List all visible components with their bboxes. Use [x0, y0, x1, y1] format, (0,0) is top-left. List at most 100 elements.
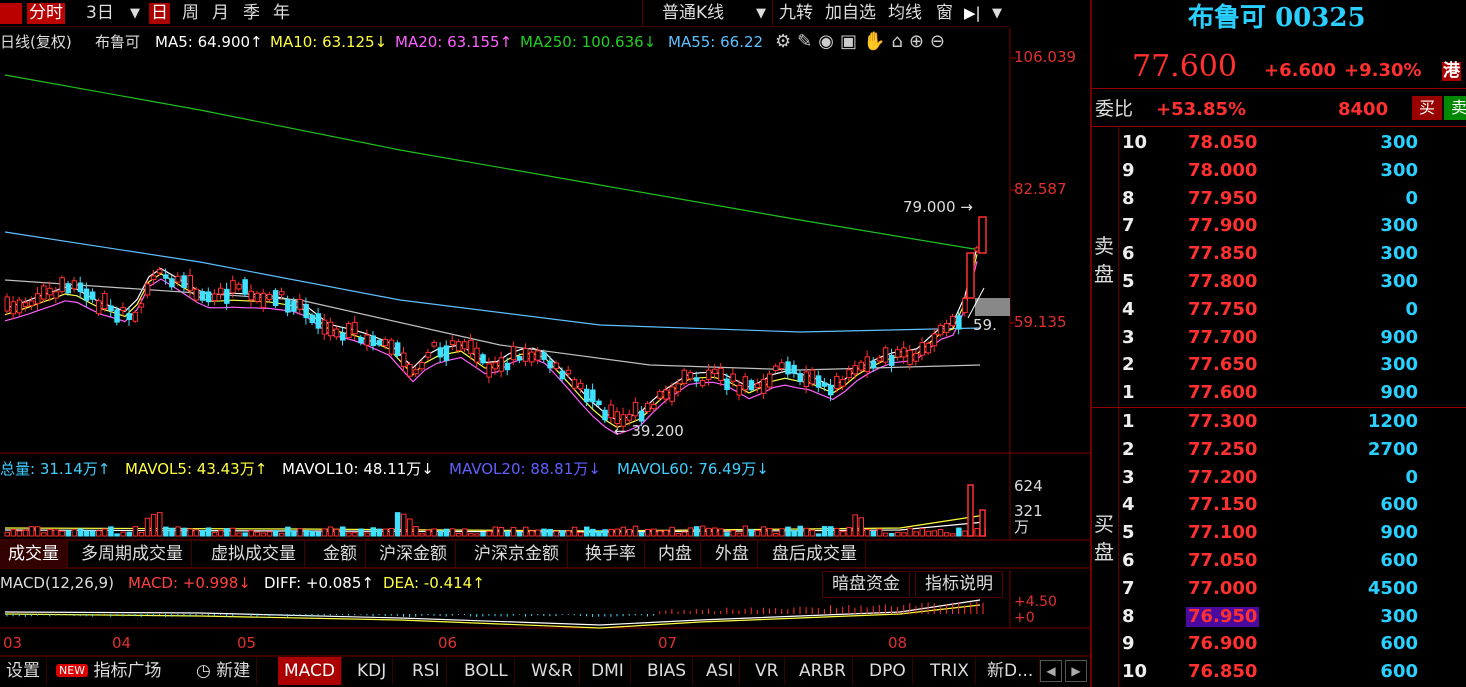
tab-macd[interactable]: MACD	[278, 657, 342, 685]
volume-bar	[364, 532, 370, 537]
candle-body	[541, 352, 547, 360]
volume-bar	[760, 526, 767, 537]
tab-boll[interactable]: BOLL	[458, 657, 515, 685]
tab-more[interactable]: 新D...	[981, 657, 1041, 685]
bid-level-row[interactable]: 7 77.000 4500	[1092, 575, 1466, 603]
ask-level-row[interactable]: 3 77.700 900	[1092, 324, 1466, 352]
candle-body	[590, 389, 596, 403]
tab-bias[interactable]: BIAS	[641, 657, 694, 685]
tab-vr[interactable]: VR	[749, 657, 786, 685]
volume-bar	[163, 526, 169, 537]
candle-body	[443, 345, 450, 361]
volume-bar	[407, 518, 413, 537]
settings-button[interactable]: 设置	[0, 657, 47, 685]
candle-body	[150, 275, 157, 280]
candle-body	[584, 388, 590, 403]
volume-bar	[510, 526, 517, 537]
candle-body	[712, 368, 718, 375]
volume-bar	[712, 527, 718, 537]
tab-hs-amount[interactable]: 沪深金额	[371, 541, 456, 568]
candle-body	[65, 283, 71, 294]
tab-volume[interactable]: 成交量	[0, 541, 68, 568]
level-price: 77.700	[1188, 326, 1258, 348]
tab-asi[interactable]: ASI	[700, 657, 741, 685]
ask-level-row[interactable]: 10 78.050 300	[1092, 129, 1466, 157]
scroll-right-icon[interactable]: ▶	[1065, 660, 1087, 682]
volume-bar	[437, 530, 444, 537]
bid-level-row[interactable]: 10 76.850 600	[1092, 658, 1466, 686]
ask-level-row[interactable]: 7 77.900 300	[1092, 212, 1466, 240]
tab-after-hours-volume[interactable]: 盘后成交量	[764, 541, 866, 568]
candle-body	[730, 373, 736, 382]
scroll-left-icon[interactable]: ◀	[1040, 660, 1062, 682]
tab-outer[interactable]: 外盘	[707, 541, 758, 568]
volume-bar	[114, 533, 120, 537]
indicator-square-button[interactable]: NEW 指标广场	[50, 657, 167, 685]
tab-rsi[interactable]: RSI	[406, 657, 447, 685]
candle-body	[852, 365, 858, 375]
tab-arbr[interactable]: ARBR	[793, 657, 853, 685]
percent-change: +9.30%	[1344, 60, 1422, 81]
volume-bar	[547, 528, 553, 537]
volume-bar	[10, 529, 17, 537]
candle-body	[285, 299, 291, 313]
ask-level-row[interactable]: 1 77.600 900	[1092, 379, 1466, 407]
volume-bar	[108, 526, 114, 537]
candle-body	[608, 404, 614, 419]
volume-bar	[157, 512, 163, 537]
volume-bar	[181, 527, 187, 537]
bid-level-row[interactable]: 6 77.050 600	[1092, 547, 1466, 575]
bid-level-row[interactable]: 1 77.300 1200	[1092, 408, 1466, 436]
bid-level-row[interactable]: 2 77.250 2700	[1092, 436, 1466, 464]
volume-bar	[401, 513, 407, 537]
candle-body	[846, 369, 852, 379]
candle-body	[394, 342, 401, 356]
level-volume: 600	[1380, 494, 1418, 516]
level-volume: 300	[1380, 243, 1418, 265]
ask-level-row[interactable]: 9 78.000 300	[1092, 157, 1466, 185]
tab-wr[interactable]: W&R	[525, 657, 580, 685]
tab-kdj[interactable]: KDJ	[351, 657, 394, 685]
tab-inner[interactable]: 内盘	[650, 541, 701, 568]
ask-level-row[interactable]: 5 77.800 300	[1092, 268, 1466, 296]
volume-bar	[211, 531, 218, 537]
tab-amount[interactable]: 金额	[315, 541, 366, 568]
tab-trix[interactable]: TRIX	[924, 657, 976, 685]
mavol60-value: MAVOL60: 76.49万↓	[617, 460, 769, 478]
volume-bar	[925, 530, 932, 537]
candle-body	[809, 369, 816, 385]
volume-bar	[919, 528, 925, 537]
ask-level-row[interactable]: 2 77.650 300	[1092, 351, 1466, 379]
tab-dpo[interactable]: DPO	[863, 657, 913, 685]
bid-level-row[interactable]: 4 77.150 600	[1092, 491, 1466, 519]
dark-pool-button[interactable]: 暗盘资金	[822, 571, 910, 598]
tab-multi-period-volume[interactable]: 多周期成交量	[73, 541, 192, 568]
bid-level-row[interactable]: 3 77.200 0	[1092, 464, 1466, 492]
sell-button[interactable]: 卖	[1444, 96, 1466, 120]
level-number: 4	[1122, 494, 1135, 516]
create-indicator-button[interactable]: ◷ 新建	[190, 657, 258, 685]
ask-level-row[interactable]: 4 77.750 0	[1092, 296, 1466, 324]
bid-level-row[interactable]: 8 76.950 300	[1092, 603, 1466, 631]
level-volume: 900	[1380, 326, 1418, 348]
indicator-help-button[interactable]: 指标说明	[915, 571, 1003, 598]
tab-turnover[interactable]: 换手率	[577, 541, 645, 568]
price-axis-label: 106.039	[1014, 48, 1077, 66]
volume-bar	[340, 526, 346, 537]
buy-button[interactable]: 买	[1412, 96, 1442, 120]
candle-body	[236, 283, 242, 290]
tab-dmi[interactable]: DMI	[585, 657, 631, 685]
level-volume: 0	[1405, 298, 1418, 320]
candle-body	[53, 291, 59, 299]
volume-bar	[53, 529, 59, 537]
candle-body	[754, 383, 761, 389]
bid-level-row[interactable]: 5 77.100 900	[1092, 519, 1466, 547]
ask-level-row[interactable]: 6 77.850 300	[1092, 240, 1466, 268]
volume-bar	[651, 528, 657, 537]
tab-virtual-volume[interactable]: 虚拟成交量	[203, 541, 305, 568]
level-price: 77.750	[1188, 298, 1258, 320]
last-price: 77.600	[1132, 49, 1237, 84]
tab-hsj-amount[interactable]: 沪深京金额	[466, 541, 568, 568]
bid-level-row[interactable]: 9 76.900 600	[1092, 630, 1466, 658]
ask-level-row[interactable]: 8 77.950 0	[1092, 185, 1466, 213]
